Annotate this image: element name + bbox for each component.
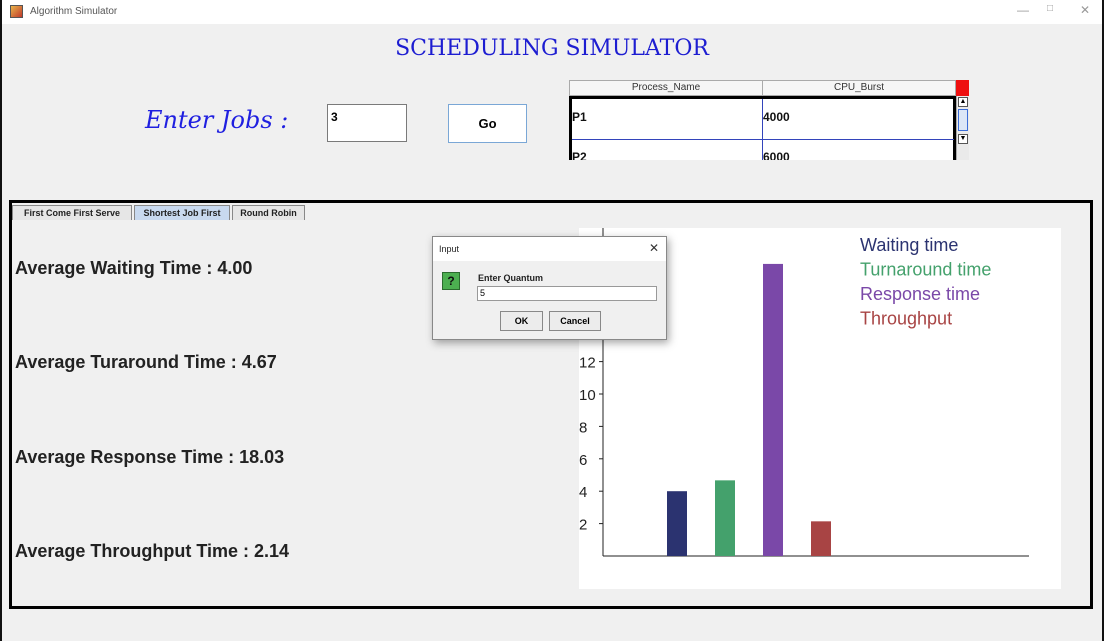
- page-title: SCHEDULING SIMULATOR: [395, 36, 709, 61]
- table-scrollbar[interactable]: ▲ ▼: [956, 96, 969, 160]
- quantum-label: Enter Quantum: [478, 273, 544, 283]
- close-button[interactable]: ✕: [1075, 3, 1095, 17]
- title-bar: Algorithm Simulator — □ ✕: [2, 0, 1102, 24]
- y-tick-label: 12: [579, 355, 596, 372]
- y-tick-label: 8: [579, 419, 587, 436]
- question-icon: ?: [442, 272, 460, 290]
- cpu-burst-cell[interactable]: 4000: [763, 110, 790, 124]
- app-icon: [10, 5, 23, 18]
- process-name-cell[interactable]: P2: [572, 150, 587, 160]
- table-body: P1 4000 P2 6000: [569, 96, 956, 160]
- legend-entry: Turnaround time: [860, 260, 991, 280]
- cpu-burst-cell[interactable]: 6000: [763, 150, 790, 160]
- stat-average-response: Average Response Time : 18.03: [15, 447, 285, 467]
- process-name-cell[interactable]: P1: [572, 110, 587, 124]
- stat-average-waiting: Average Waiting Time : 4.00: [15, 258, 253, 278]
- bar: [715, 480, 735, 556]
- tab-fcfs[interactable]: First Come First Serve: [12, 205, 132, 220]
- bar: [667, 491, 687, 556]
- dialog-title-bar: Input ✕: [433, 237, 666, 261]
- scroll-down-arrow-icon[interactable]: ▼: [958, 134, 968, 144]
- y-tick-label: 10: [579, 387, 596, 404]
- quantum-input[interactable]: 5: [477, 286, 657, 301]
- tab-sjf[interactable]: Shortest Job First: [134, 205, 230, 220]
- stat-average-throughput: Average Throughput Time : 2.14: [15, 541, 290, 561]
- jobs-input[interactable]: 3: [327, 104, 407, 142]
- table-row[interactable]: P1 4000: [572, 99, 954, 140]
- bar: [763, 263, 783, 556]
- table-corner: [956, 80, 969, 96]
- go-button[interactable]: Go: [448, 104, 527, 143]
- bar: [811, 521, 831, 556]
- y-tick-label: 2: [579, 517, 587, 534]
- y-tick-label: 4: [579, 484, 587, 501]
- scroll-thumb[interactable]: [958, 109, 968, 131]
- ok-button[interactable]: OK: [500, 311, 543, 331]
- jobs-label: Enter Jobs :: [145, 106, 289, 134]
- legend-entry: Waiting time: [860, 235, 958, 255]
- table-row[interactable]: P2 6000: [572, 139, 954, 160]
- column-header-process-name[interactable]: Process_Name: [569, 80, 763, 96]
- legend-entry: Response time: [860, 284, 980, 304]
- window-title: Algorithm Simulator: [30, 6, 118, 17]
- maximize-button[interactable]: □: [1040, 3, 1060, 14]
- stat-average-turnaround: Average Turaround Time : 4.67: [15, 352, 277, 372]
- legend-entry: Throughput: [860, 309, 952, 329]
- tab-round-robin[interactable]: Round Robin: [232, 205, 305, 220]
- process-table: Process_Name CPU_Burst P1 4000 P2 6000 ▲…: [569, 80, 969, 160]
- dialog-title: Input: [439, 244, 460, 254]
- cancel-button[interactable]: Cancel: [549, 311, 601, 331]
- app-window: Algorithm Simulator — □ ✕ SCHEDULING SIM…: [2, 0, 1102, 641]
- input-dialog: Input ✕ ? Enter Quantum 5 OK Cancel: [432, 236, 667, 340]
- minimize-button[interactable]: —: [1013, 3, 1033, 17]
- y-tick-label: 6: [579, 452, 587, 469]
- column-header-cpu-burst[interactable]: CPU_Burst: [762, 80, 956, 96]
- scroll-up-arrow-icon[interactable]: ▲: [958, 97, 968, 107]
- dialog-close-icon[interactable]: ✕: [649, 241, 659, 255]
